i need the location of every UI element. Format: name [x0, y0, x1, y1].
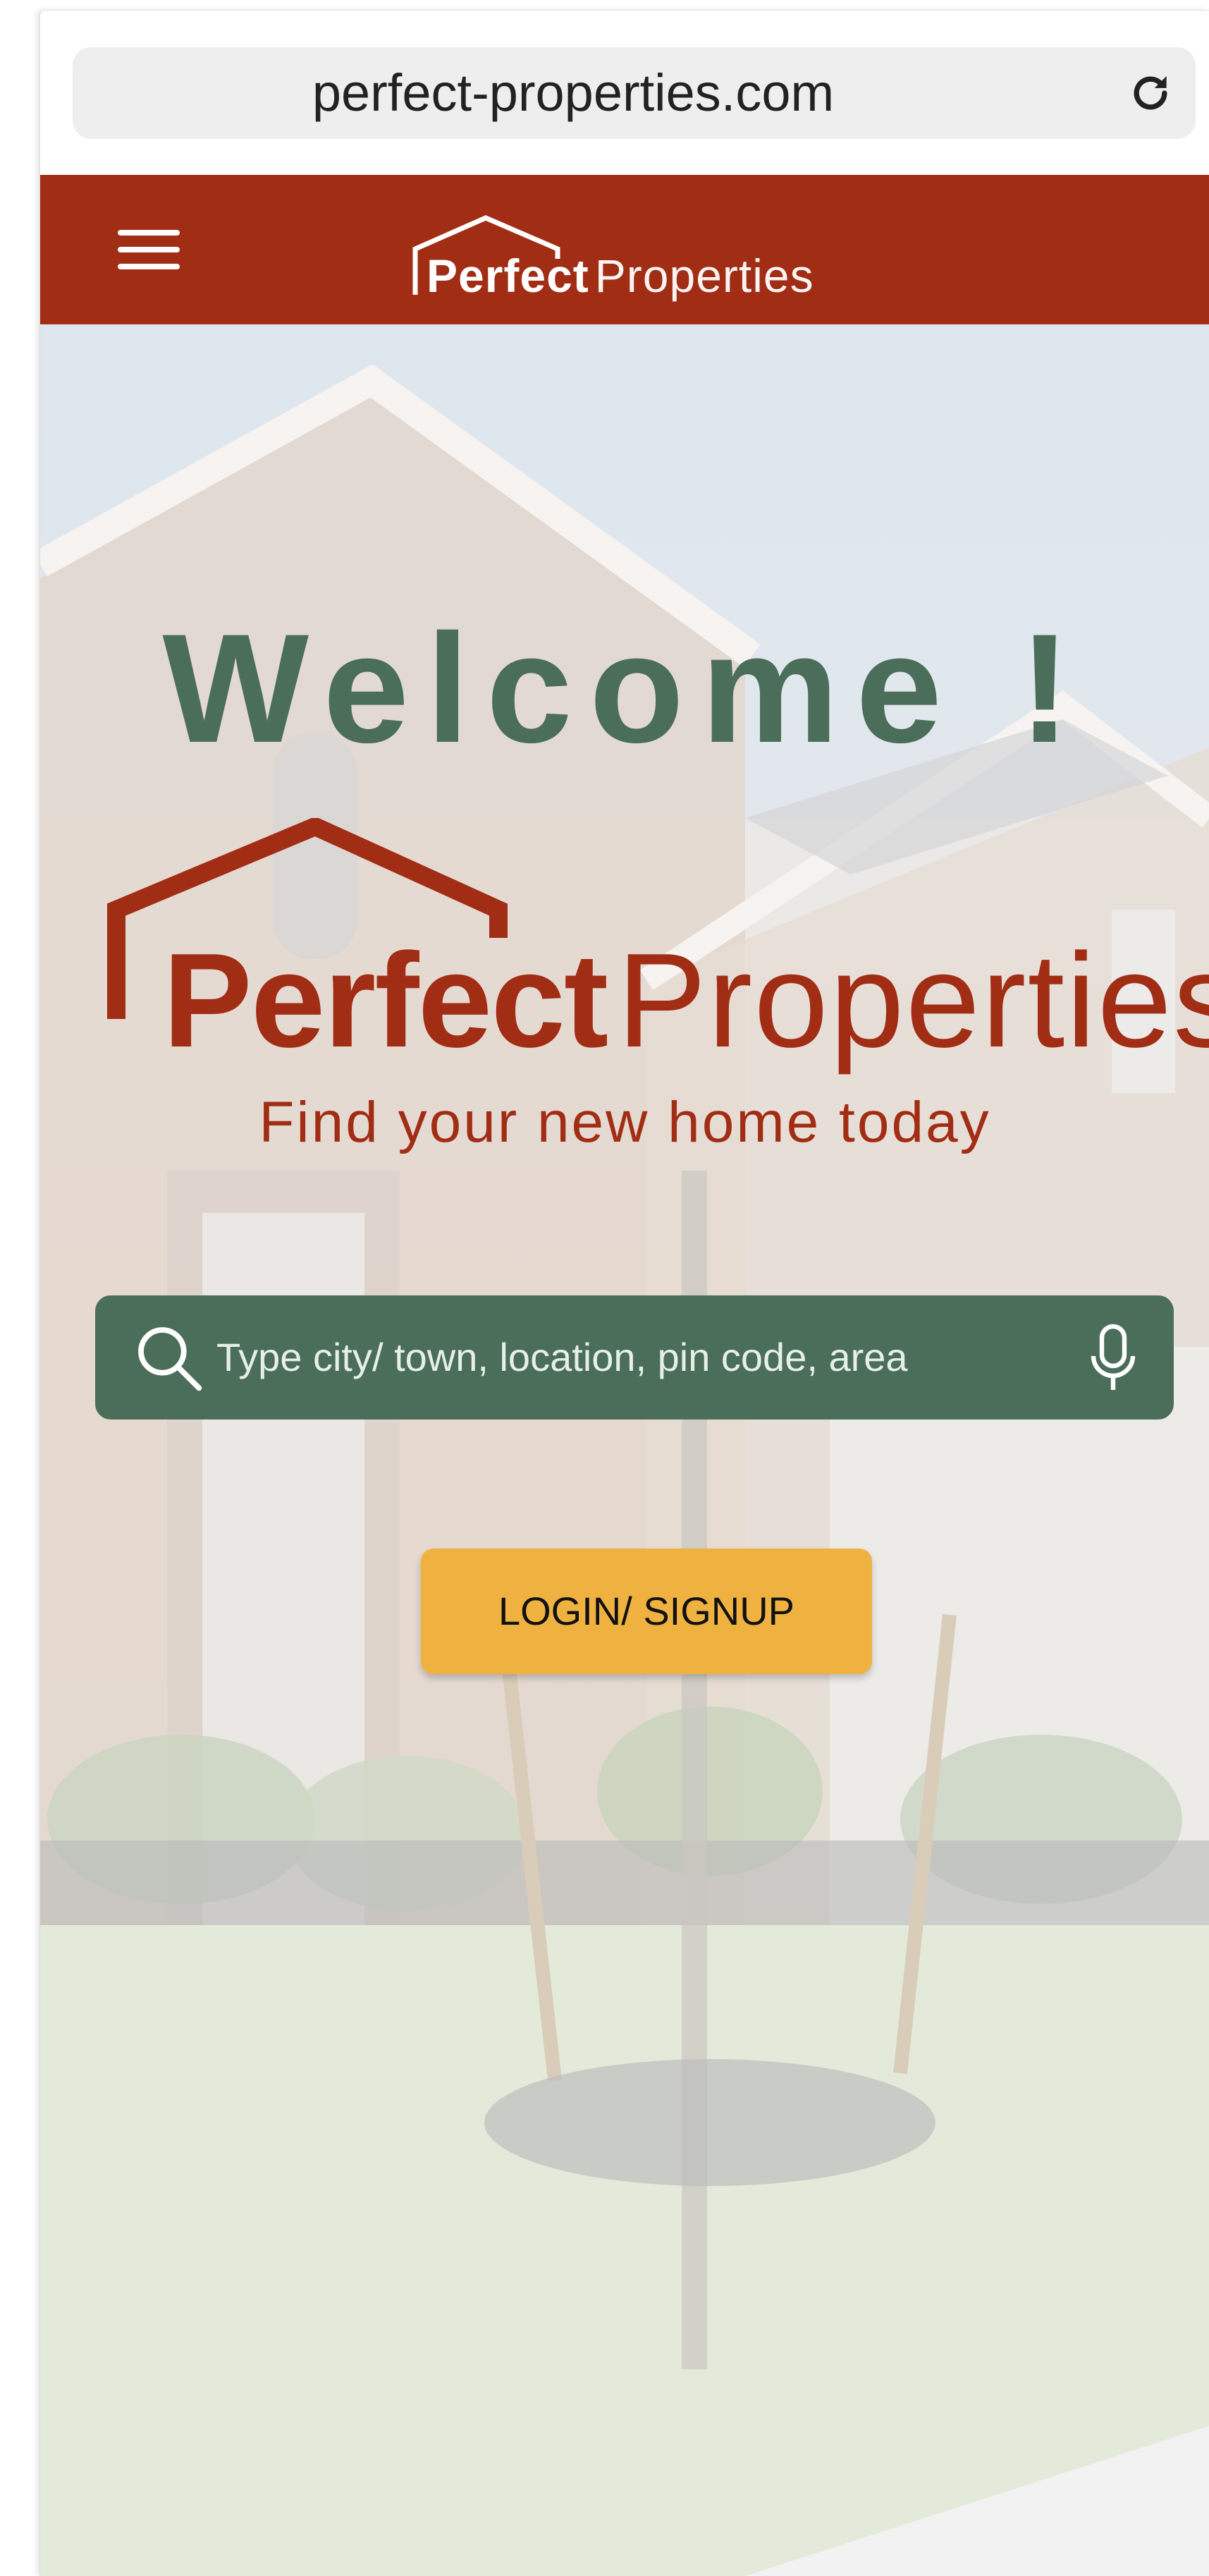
header-logo[interactable]: Perfect Properties [401, 207, 923, 312]
search-icon[interactable] [132, 1321, 205, 1394]
tagline: Find your new home today [259, 1090, 991, 1154]
search-bar[interactable]: Type city/ town, location, pin code, are… [95, 1295, 1174, 1420]
url-text: perfect-properties.com [312, 63, 835, 122]
reload-icon[interactable] [1127, 69, 1174, 117]
welcome-heading: Welcome ! [162, 602, 1088, 775]
main-logo-text: PerfectProperties [163, 926, 1209, 1075]
hero-section: Welcome ! PerfectProperties Find your ne… [40, 324, 1209, 2576]
browser-chrome: perfect-properties.com [40, 11, 1209, 175]
microphone-icon[interactable] [1086, 1322, 1140, 1396]
header-logo-text: Perfect Properties [426, 250, 814, 302]
app-header: Perfect Properties [40, 175, 1209, 324]
search-input[interactable]: Type city/ town, location, pin code, are… [216, 1295, 908, 1420]
main-logo: PerfectProperties [104, 818, 1209, 1114]
phone-frame: perfect-properties.com Perfect Properties [39, 10, 1209, 2576]
login-signup-button[interactable]: LOGIN/ SIGNUP [421, 1549, 872, 1674]
hamburger-menu-icon[interactable] [118, 230, 180, 269]
address-bar[interactable]: perfect-properties.com [73, 47, 1196, 139]
